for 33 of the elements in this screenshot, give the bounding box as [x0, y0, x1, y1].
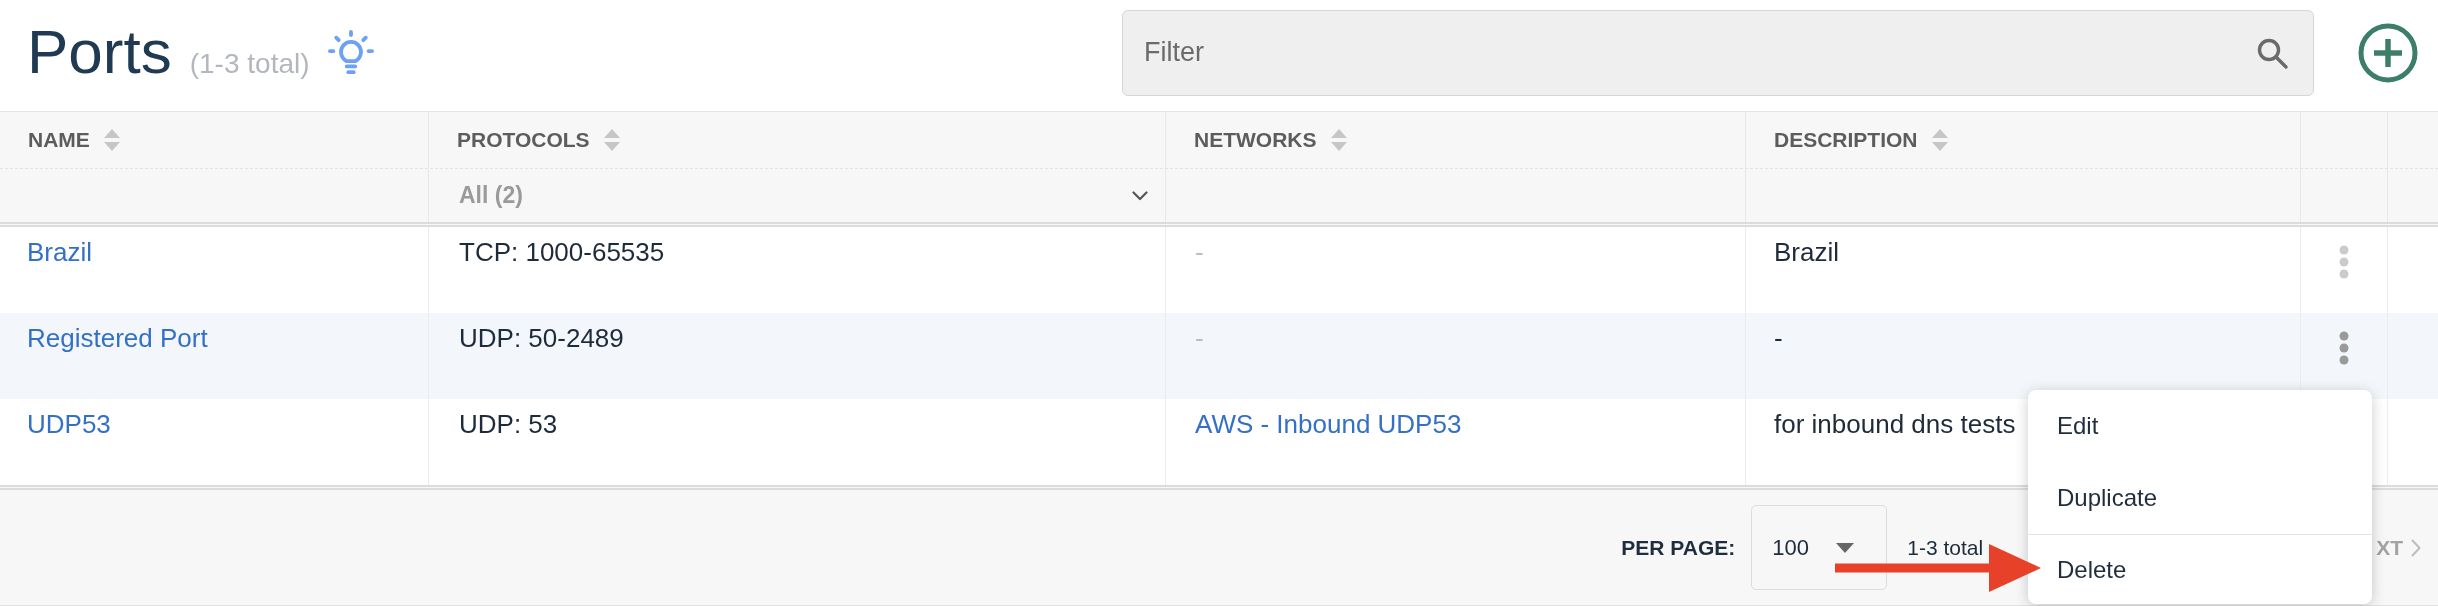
lightbulb-icon[interactable]: [327, 29, 374, 76]
more-options-icon[interactable]: [2339, 331, 2349, 365]
description-text: Brazil: [1774, 237, 1839, 267]
item-count: (1-3 total): [189, 46, 310, 81]
empty-value: -: [1195, 237, 1204, 267]
page-title: Ports: [27, 20, 172, 83]
column-header[interactable]: PROTOCOLS: [457, 124, 590, 156]
search-icon[interactable]: [2256, 36, 2288, 69]
chevron-down-icon: [1132, 190, 1148, 201]
more-options-icon[interactable]: [2339, 245, 2349, 279]
menu-item[interactable]: Duplicate: [2028, 462, 2372, 534]
chevron-right-icon: [2411, 538, 2421, 557]
port-name-link[interactable]: UDP53: [27, 409, 111, 439]
description-text: for inbound dns tests: [1774, 409, 2016, 439]
caret-down-icon: [1836, 542, 1855, 553]
description-text: -: [1774, 323, 1783, 353]
column-header[interactable]: DESCRIPTION: [1774, 124, 1918, 156]
add-icon[interactable]: [2358, 22, 2418, 83]
per-page-label: PER PAGE:: [1621, 534, 1736, 561]
per-page-select[interactable]: 100: [1751, 505, 1888, 590]
protocols-text: UDP: 53: [459, 409, 558, 439]
protocols-text: UDP: 50-2489: [459, 323, 624, 353]
empty-value: -: [1195, 323, 1204, 353]
menu-item[interactable]: Delete: [2028, 535, 2372, 604]
protocols-text: TCP: 1000-65535: [459, 237, 665, 267]
port-name-link[interactable]: Registered Port: [27, 323, 208, 353]
column-header[interactable]: NAME: [28, 124, 90, 156]
column-header[interactable]: NETWORKS: [1194, 124, 1317, 156]
page-range-text: 1-3 total: [1907, 534, 1984, 561]
filter-field[interactable]: Filter: [1122, 9, 2314, 96]
menu-item[interactable]: Edit: [2028, 390, 2372, 462]
network-link[interactable]: AWS - Inbound UDP53: [1195, 409, 1462, 439]
port-name-link[interactable]: Brazil: [27, 237, 92, 267]
